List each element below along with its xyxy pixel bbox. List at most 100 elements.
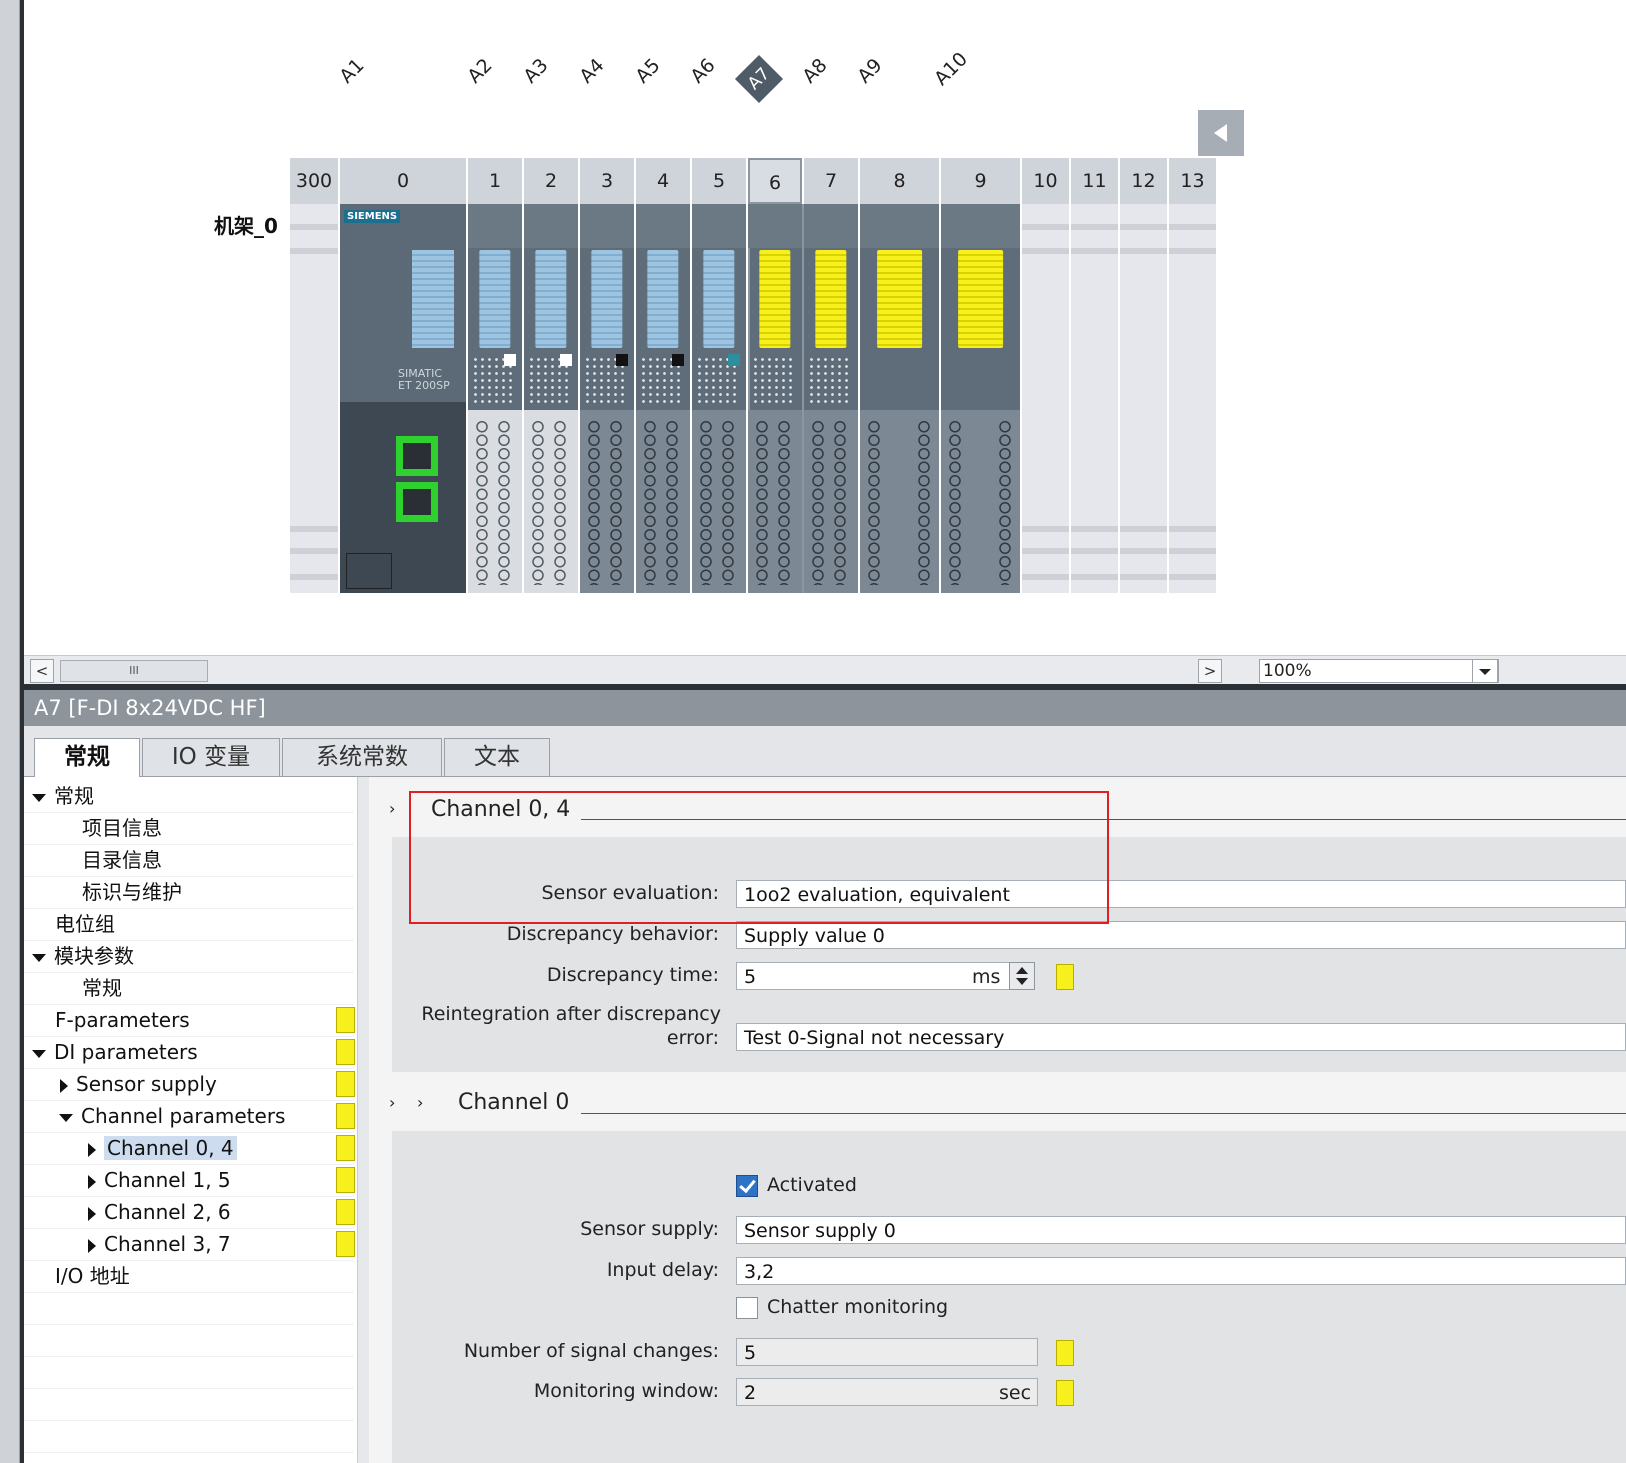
channel-0-expand-icon-2[interactable]: › [417,1093,423,1112]
nav-io-addresses[interactable]: I/O 地址 [55,1261,130,1291]
empty-slot-13[interactable] [1169,204,1218,593]
rack-scroll-left-button[interactable] [1198,110,1244,156]
expand-down-icon[interactable] [32,1049,46,1058]
channel-0-expand-icon-1[interactable]: › [389,1093,395,1112]
module-slot-7[interactable] [804,204,860,593]
channel-0-header: Channel 0 [458,1090,570,1115]
siemens-logo: SIEMENS [344,210,401,223]
module-slot-3[interactable] [580,204,636,593]
expand-right-icon[interactable] [88,1142,96,1157]
nav-di-parameters[interactable]: DI parameters [32,1037,198,1067]
nav-module-parameters[interactable]: 模块参数 [32,941,134,971]
discrepancy-time-spinner-icon[interactable] [1009,962,1035,990]
tab-io-tags[interactable]: IO 变量 [142,738,280,776]
section-divider [581,1113,1626,1114]
empty-slot-11[interactable] [1071,204,1120,593]
module-slot-1[interactable] [468,204,524,593]
module-slot-2[interactable] [524,204,580,593]
signal-changes-label: Number of signal changes: [463,1340,719,1362]
expand-down-icon[interactable] [59,1113,73,1122]
input-delay-label: Input delay: [606,1259,719,1281]
discrepancy-time-input[interactable]: 5 [736,962,1010,990]
tab-texts[interactable]: 文本 [444,738,550,776]
interface-module-slot-0[interactable]: SIEMENS SIMATIC ET 200SP [340,204,468,593]
scroll-right-arrow-icon[interactable]: > [1198,659,1222,683]
di-parameters-marker-icon [336,1039,355,1065]
nav-channel-3-7[interactable]: Channel 3, 7 [84,1229,231,1259]
scroll-left-arrow-icon[interactable]: < [30,659,54,683]
expand-down-icon[interactable] [32,953,46,962]
slot-header-8[interactable]: 8 [860,158,941,204]
nav-sensor-supply[interactable]: Sensor supply [56,1069,217,1099]
slot-header-0[interactable]: 0 [340,158,468,204]
empty-slot-12[interactable] [1120,204,1169,593]
module-slot-9[interactable] [941,204,1022,593]
nav-channel-1-5[interactable]: Channel 1, 5 [84,1165,231,1195]
device-view-scrollbar[interactable]: < III > 100% [24,655,1626,684]
nav-project-info[interactable]: 项目信息 [82,813,162,843]
properties-tabs: 常规 IO 变量 系统常数 文本 [24,726,1626,777]
slot-header-300[interactable]: 300 [290,158,340,204]
input-delay-select[interactable]: 3,2 [736,1257,1626,1285]
power-connector-icon [346,553,392,589]
discrepancy-time-label: Discrepancy time: [546,964,719,986]
expand-right-icon[interactable] [88,1174,96,1189]
scroll-thumb[interactable]: III [60,660,208,682]
address-label-a2: A2 [463,54,497,88]
signal-changes-input[interactable]: 5 [736,1338,1038,1366]
channel-0-4-expand-icon[interactable]: › [389,799,395,818]
expand-down-icon[interactable] [32,793,46,802]
tab-general[interactable]: 常规 [34,738,140,777]
nav-module-general[interactable]: 常规 [82,973,122,1003]
nav-channel-parameters[interactable]: Channel parameters [59,1101,285,1131]
activated-label: Activated [767,1174,857,1196]
address-label-a10: A10 [930,48,972,90]
parameter-nav-tree: 常规 项目信息 目录信息 标识与维护 电位组 模块参数 常规 F-paramet… [24,777,372,1463]
expand-right-icon[interactable] [88,1206,96,1221]
slot-header-2[interactable]: 2 [524,158,580,204]
expand-right-icon[interactable] [88,1238,96,1253]
slot-header-4[interactable]: 4 [636,158,692,204]
nav-identification[interactable]: 标识与维护 [82,877,182,907]
module-slot-5[interactable] [692,204,748,593]
slot-header-3[interactable]: 3 [580,158,636,204]
slot-header-12[interactable]: 12 [1120,158,1169,204]
discrepancy-behavior-select[interactable]: Supply value 0 [736,921,1626,949]
module-slot-6-a7-selected[interactable] [748,204,804,593]
activated-checkbox[interactable] [736,1175,758,1197]
nav-catalog-info[interactable]: 目录信息 [82,845,162,875]
expand-right-icon[interactable] [60,1078,68,1093]
tab-system-constants[interactable]: 系统常数 [282,738,442,776]
slot-header-9[interactable]: 9 [941,158,1022,204]
device-view[interactable]: A1 A2 A3 A4 A5 A6 A7 A8 A9 A10 机架_0 300 … [24,0,1626,672]
slot-header-13[interactable]: 13 [1169,158,1218,204]
properties-title: A7 [F-DI 8x24VDC HF] [24,690,1626,726]
module-slot-8[interactable] [860,204,941,593]
slot-header-1[interactable]: 1 [468,158,524,204]
monitoring-window-unit: sec [999,1382,1032,1404]
nav-potential-group[interactable]: 电位组 [55,909,115,939]
slot-header-6-selected[interactable]: 6 [748,158,802,204]
reintegration-select[interactable]: Test 0-Signal not necessary [736,1023,1626,1051]
nav-general[interactable]: 常规 [32,781,94,811]
zoom-select[interactable]: 100% [1259,659,1499,683]
channel-1-5-marker-icon [336,1167,355,1193]
slot-header-5[interactable]: 5 [692,158,748,204]
nav-channel-0-4-selected[interactable]: Channel 0, 4 [84,1133,237,1163]
discrepancy-time-marker-icon [1056,964,1074,990]
nav-f-parameters[interactable]: F-parameters [55,1005,190,1035]
slot-header-10[interactable]: 10 [1022,158,1071,204]
zoom-dropdown-icon[interactable] [1472,659,1498,683]
nav-channel-2-6[interactable]: Channel 2, 6 [84,1197,231,1227]
empty-slot-300[interactable] [290,204,340,593]
slot-header-7[interactable]: 7 [804,158,860,204]
address-label-a7-selected[interactable]: A7 [734,54,784,104]
monitoring-window-input[interactable]: 2 [736,1378,1038,1406]
module-slot-4[interactable] [636,204,692,593]
address-label-a8: A8 [798,54,832,88]
address-label-a9: A9 [853,54,887,88]
sensor-supply-select[interactable]: Sensor supply 0 [736,1216,1626,1244]
chatter-monitoring-checkbox[interactable] [736,1297,758,1319]
slot-header-11[interactable]: 11 [1071,158,1120,204]
empty-slot-10[interactable] [1022,204,1071,593]
